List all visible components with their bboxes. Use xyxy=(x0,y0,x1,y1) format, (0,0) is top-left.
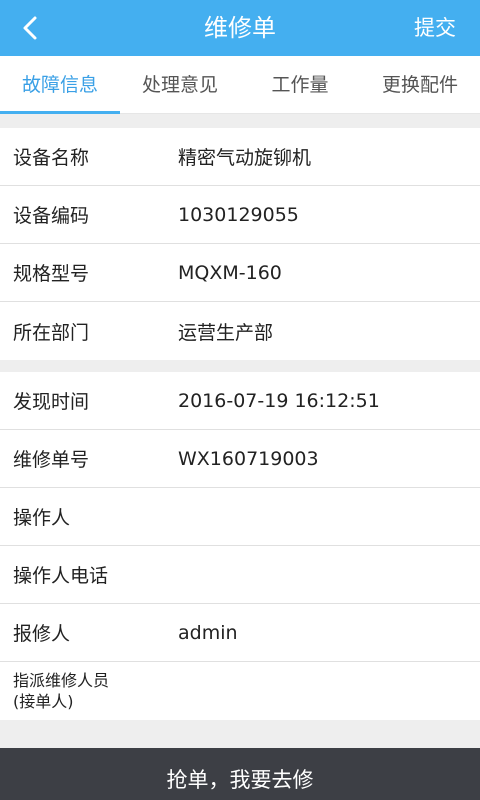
found-time-row: 发现时间 2016-07-19 16:12:51 xyxy=(0,372,480,430)
grab-order-button[interactable]: 抢单，我要去修 xyxy=(0,760,480,800)
model-row: 规格型号 MQXM-160 xyxy=(0,244,480,302)
order-number-label: 维修单号 xyxy=(13,449,90,471)
department-row: 所在部门 运营生产部 xyxy=(0,302,480,360)
department-label: 所在部门 xyxy=(13,321,90,344)
back-button[interactable] xyxy=(12,10,48,46)
reporter-row: 报修人 admin xyxy=(0,604,480,662)
found-time-label: 发现时间 xyxy=(13,391,90,413)
equipment-name-value: 精密气动旋铆机 xyxy=(178,147,312,169)
tab-fault-info[interactable]: 故障信息 xyxy=(0,56,120,114)
equipment-code-value: 1030129055 xyxy=(178,203,299,226)
reporter-value: admin xyxy=(178,621,238,644)
operator-phone-label: 操作人电话 xyxy=(13,565,109,587)
equipment-name-row: 设备名称 精密气动旋铆机 xyxy=(0,128,480,186)
equipment-code-row: 设备编码 1030129055 xyxy=(0,186,480,244)
model-label: 规格型号 xyxy=(13,263,90,285)
app-header: 维修单 提交 xyxy=(0,0,480,56)
operator-label: 操作人 xyxy=(13,507,71,529)
tab-handling-opinion[interactable]: 处理意见 xyxy=(120,56,240,113)
chevron-left-icon xyxy=(23,16,37,40)
order-number-value: WX160719003 xyxy=(178,447,319,470)
operator-row[interactable]: 操作人 xyxy=(0,488,480,546)
model-value: MQXM-160 xyxy=(178,261,282,284)
assignee-label-line2: (接单人) xyxy=(13,692,74,711)
equipment-info-group: 设备名称 精密气动旋铆机 设备编码 1030129055 规格型号 MQXM-1… xyxy=(0,128,480,360)
assignee-label: 指派维修人员 (接单人) xyxy=(0,670,178,712)
submit-button[interactable]: 提交 xyxy=(414,0,456,56)
assignee-row[interactable]: 指派维修人员 (接单人) xyxy=(0,662,480,720)
found-time-value: 2016-07-19 16:12:51 xyxy=(178,389,380,412)
tab-workload[interactable]: 工作量 xyxy=(240,56,360,113)
equipment-name-label: 设备名称 xyxy=(13,147,90,169)
department-value: 运营生产部 xyxy=(178,321,274,344)
tab-bar: 故障信息 处理意见 工作量 更换配件 xyxy=(0,56,480,114)
operator-phone-row[interactable]: 操作人电话 xyxy=(0,546,480,604)
tab-replace-parts[interactable]: 更换配件 xyxy=(360,56,480,113)
equipment-code-label: 设备编码 xyxy=(13,205,90,227)
order-number-row: 维修单号 WX160719003 xyxy=(0,430,480,488)
reporter-label: 报修人 xyxy=(13,623,71,645)
repair-info-group: 发现时间 2016-07-19 16:12:51 维修单号 WX16071900… xyxy=(0,372,480,720)
assignee-label-line1: 指派维修人员 xyxy=(13,671,110,690)
page-title: 维修单 xyxy=(204,14,276,42)
